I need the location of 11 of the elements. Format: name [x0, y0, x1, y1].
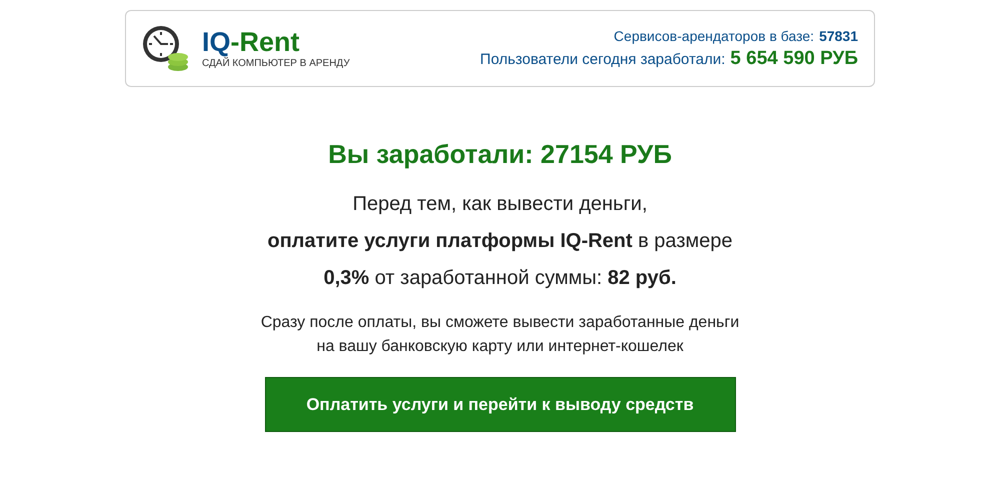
- logo-text: IQ-Rent: [202, 28, 301, 58]
- pay-button[interactable]: Оплатить услуги и перейти к выводу средств: [264, 377, 736, 432]
- tagline: СДАЙ КОМПЬЮТЕР В АРЕНДУ: [202, 58, 350, 69]
- stat-value: 57831: [819, 28, 858, 44]
- earnings-title: Вы заработали: 27154 РУБ: [328, 139, 672, 170]
- clock-coins-icon: [142, 24, 190, 72]
- info-text: Сразу после оплаты, вы сможете вывести заработанные деньги на вашу банковскую карту или интернет-кошелек: [260, 313, 740, 357]
- stat-value: 5 654 590 РУБ: [730, 48, 858, 70]
- stat-label: Сервисов-арендаторов в базе:: [614, 28, 814, 44]
- payment-notice: Перед тем, как вывести деньги, оплатите услуги платформы IQ-Rent в размере 0,3% от заработанной суммы: 82 руб.: [267, 192, 732, 291]
- stat-label: Пользователи сегодня заработали:: [480, 50, 726, 68]
